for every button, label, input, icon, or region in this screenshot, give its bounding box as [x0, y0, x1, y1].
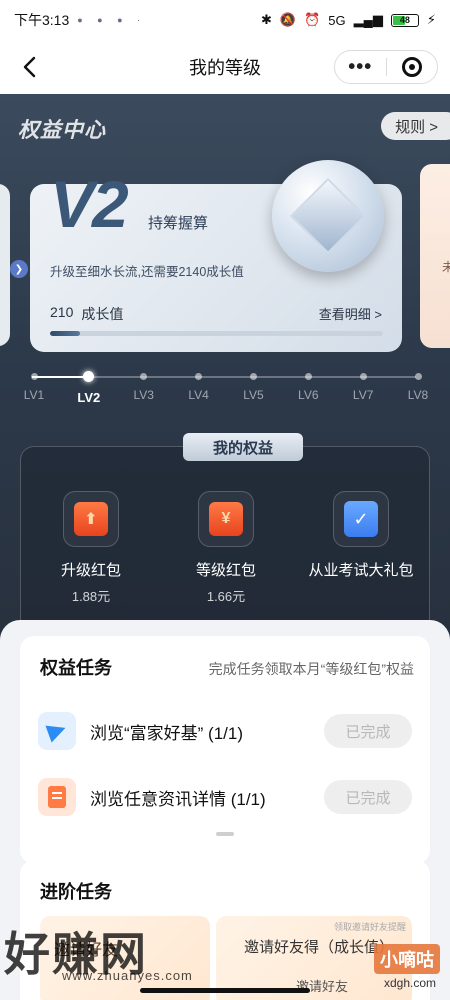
level-redpacket-icon: ¥ [198, 491, 254, 547]
right-item-value: 1.66元 [206, 589, 246, 604]
prev-arrow-icon[interactable]: ❯ [10, 260, 28, 278]
rights-tasks-title: 权益任务 [40, 658, 112, 678]
level-label: LV1 [23, 388, 45, 402]
miniapp-capsule: ••• [334, 50, 438, 84]
level-label: LV4 [188, 388, 209, 402]
network-label: 5G [328, 12, 346, 28]
status-bar: 下午3:13 ● ● ● · ✱ 🔕 ⏰ 5G ▂▄▆ 48 ⚡ [0, 0, 450, 40]
task-done-button[interactable]: 已完成 [324, 780, 412, 814]
right-item-name: 升级红包 [60, 562, 121, 579]
next-level-card[interactable]: 未 [420, 164, 450, 348]
watermark-url: www.zhuanyes.com [62, 968, 193, 983]
rules-button[interactable]: 规则 > [381, 112, 450, 140]
charging-icon: ⚡ [426, 12, 436, 27]
level-node-lv1[interactable]: LV1 [14, 370, 54, 402]
rights-tasks-header: 权益任务 完成任务领取本月“等级红包”权益 [40, 654, 414, 680]
battery-icon: 48 [390, 13, 419, 27]
right-item-exam-gift[interactable]: ✓ 从业考试大礼包 [296, 491, 426, 586]
level-node-lv6[interactable]: LV6 [288, 370, 328, 402]
level-node-lv7[interactable]: LV7 [343, 370, 383, 402]
task-text: 浏览“富家好基” (1/1) [90, 723, 243, 743]
level-label: LV5 [243, 388, 264, 402]
view-detail-link[interactable]: 查看明细 > [319, 304, 382, 323]
rights-tasks-subtitle: 完成任务领取本月“等级红包”权益 [208, 661, 414, 677]
level-badge: V2 [50, 167, 129, 241]
right-item-name: 从业考试大礼包 [308, 562, 414, 579]
rights-center-hero: 权益中心 规则 > ❯ 未 V2 持筹握算 升级至细水长流,还需要2140成长值… [0, 94, 450, 654]
prev-level-card[interactable] [0, 184, 10, 346]
battery-level: 48 [399, 15, 410, 25]
level-dot [414, 373, 422, 380]
status-indicators: ✱ 🔕 ⏰ 5G ▂▄▆ 48 ⚡ [261, 12, 436, 28]
task-row: 浏览任意资讯详情 (1/1) 已完成 [38, 774, 412, 820]
upgrade-redpacket-icon: ⬆ [63, 491, 119, 547]
bluetooth-icon: ✱ [261, 12, 272, 27]
back-arrow-icon [23, 56, 36, 78]
nav-bar: 我的等级 ••• [0, 40, 450, 94]
level-node-lv8[interactable]: LV8 [398, 370, 438, 402]
right-item-upgrade-redpacket[interactable]: ⬆ 升级红包 1.88元 [26, 491, 156, 605]
exam-gift-icon: ✓ [333, 491, 389, 547]
level-dot [304, 373, 312, 380]
right-item-level-redpacket[interactable]: ¥ 等级红包 1.66元 [161, 491, 291, 605]
growth-label: 成长值 [81, 306, 124, 322]
level-dot [249, 373, 257, 380]
level-node-lv5[interactable]: LV5 [233, 370, 273, 402]
home-indicator[interactable] [140, 988, 310, 993]
rights-tasks-card: 权益任务 完成任务领取本月“等级红包”权益 浏览“富家好基” (1/1) 已完成… [20, 636, 430, 864]
signal-icon: ▂▄▆ [353, 12, 383, 27]
hero-title: 权益中心 [18, 119, 106, 142]
task-text: 浏览任意资讯详情 (1/1) [90, 789, 266, 809]
level-dot [359, 373, 367, 380]
level-label: LV3 [133, 388, 154, 402]
task-done-button[interactable]: 已完成 [324, 714, 412, 748]
task-row: 浏览“富家好基” (1/1) 已完成 [38, 708, 412, 754]
next-level-card-text: 未 [442, 260, 450, 274]
close-miniapp-button[interactable] [386, 51, 437, 83]
level-dot [195, 373, 203, 380]
growth-progress-fill [50, 331, 80, 336]
level-label: LV7 [352, 388, 374, 402]
upgrade-tip: 升级至细水长流,还需要2140成长值 [50, 265, 244, 279]
invite-title: 邀请好友得（成长值） [244, 939, 395, 956]
my-rights-title: 我的权益 [183, 433, 303, 461]
growth-number: 210 [50, 304, 74, 320]
advanced-tasks-title: 进阶任务 [40, 882, 112, 902]
more-icon: ••• [348, 55, 373, 78]
level-label: LV6 [298, 388, 319, 402]
level-node-lv3[interactable]: LV3 [124, 370, 164, 402]
watermark-url-2: xdgh.com [383, 976, 436, 990]
right-item-name: 等级红包 [195, 562, 256, 579]
growth-value: 210 成长值 [50, 304, 123, 324]
right-item-value: 1.88元 [71, 589, 111, 604]
notification-icons: ● ● ● · [77, 15, 147, 25]
invite-reminder-badge: 领取邀请好友提醒 [333, 922, 406, 932]
target-icon [401, 57, 422, 77]
watermark-brand: 小嘀咕 [374, 944, 440, 974]
level-node-lv4[interactable]: LV4 [179, 370, 219, 402]
level-label: LV2 [77, 390, 101, 405]
level-medal-icon [272, 160, 384, 272]
alarm-icon: ⏰ [304, 12, 321, 27]
current-level-card: V2 持筹握算 升级至细水长流,还需要2140成长值 210 成长值 查看明细 … [30, 160, 402, 352]
growth-progress-bar [50, 331, 383, 336]
level-name: 持筹握算 [148, 215, 209, 232]
document-icon [38, 778, 76, 816]
page-title: 我的等级 [189, 58, 261, 78]
level-node-lv2[interactable]: LV2 [69, 370, 109, 405]
level-dot [140, 373, 148, 380]
level-label: LV8 [407, 388, 429, 402]
paper-plane-icon [38, 712, 76, 750]
level-dot [30, 373, 38, 380]
status-time: 下午3:13 [14, 12, 70, 28]
more-button[interactable]: ••• [335, 51, 386, 83]
level-timeline: LV1 LV2 LV3 LV4 LV5 LV6 LV7 LV8 [14, 370, 434, 410]
mute-icon: 🔕 [279, 12, 297, 27]
back-button[interactable] [14, 52, 44, 82]
level-dot [83, 371, 95, 382]
page-indicator [216, 832, 234, 836]
